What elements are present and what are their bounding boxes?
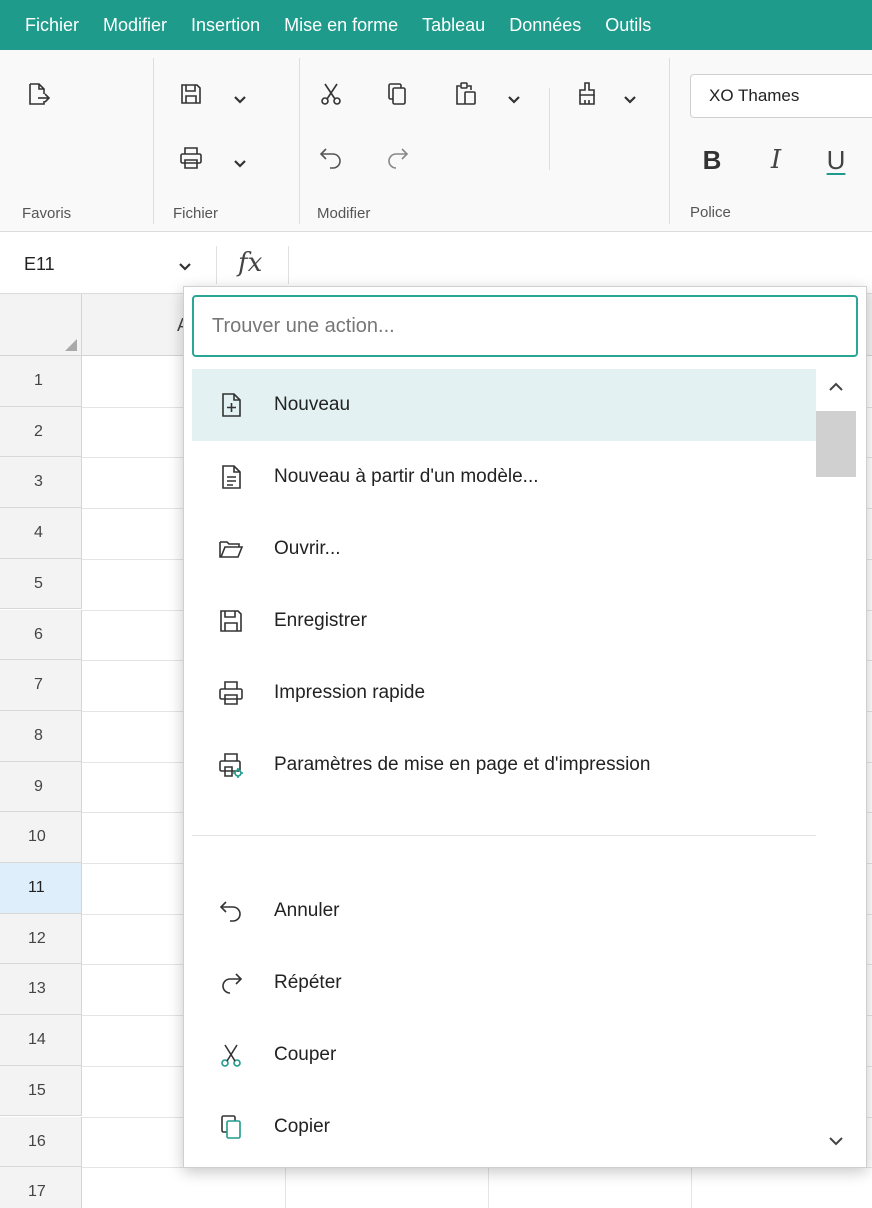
copy-icon[interactable] (383, 80, 411, 108)
formula-bar-divider (288, 246, 289, 284)
action-label: Nouveau à partir d'un modèle... (274, 466, 539, 487)
action-item-annuler[interactable]: Annuler (192, 875, 816, 947)
row-header[interactable]: 3 (0, 457, 82, 509)
menu-donnees[interactable]: Données (497, 0, 593, 50)
action-item-couper[interactable]: Couper (192, 1019, 816, 1091)
action-label: Paramètres de mise en page et d'impressi… (274, 754, 651, 775)
row-header[interactable]: 13 (0, 964, 82, 1016)
action-label: Impression rapide (274, 682, 426, 703)
cut-icon[interactable] (317, 80, 345, 108)
chevron-down-icon[interactable] (233, 93, 247, 107)
bold-button[interactable]: B (694, 140, 730, 180)
row-header[interactable]: 9 (0, 761, 82, 813)
row-header[interactable]: 10 (0, 812, 82, 863)
action-item-nouveau[interactable]: Nouveau (192, 369, 816, 441)
open-folder-icon (210, 528, 252, 570)
find-action-popup: Nouveau Nouveau à partir d'un modèle... … (183, 286, 867, 1168)
formula-bar: E11 fx (0, 232, 872, 294)
menu-tableau[interactable]: Tableau (410, 0, 497, 50)
undo-icon[interactable] (317, 142, 345, 170)
menu-fichier[interactable]: Fichier (0, 0, 91, 50)
row-header[interactable]: 14 (0, 1015, 82, 1066)
redo-icon[interactable] (383, 142, 411, 170)
action-label: Annuler (274, 900, 340, 921)
scrollbar-thumb[interactable] (816, 411, 856, 477)
cut-icon (210, 1034, 252, 1076)
list-divider (192, 835, 816, 836)
save-icon (210, 600, 252, 642)
chevron-down-icon[interactable] (507, 93, 521, 107)
action-label: Ouvrir... (274, 538, 341, 559)
ribbon-group-modifier: Modifier (299, 50, 669, 232)
function-icon[interactable]: fx (238, 248, 262, 278)
row-header[interactable]: 6 (0, 609, 82, 661)
row-header[interactable]: 17 (0, 1167, 82, 1208)
ribbon-toolbar: Favoris Fichier Modifier XO Thames B I U… (0, 50, 872, 232)
copy-icon (210, 1106, 252, 1148)
row-header[interactable]: 5 (0, 558, 82, 610)
export-icon[interactable] (24, 80, 52, 108)
template-document-icon (210, 456, 252, 498)
menu-insertion[interactable]: Insertion (179, 0, 272, 50)
menu-outils[interactable]: Outils (593, 0, 663, 50)
underline-button[interactable]: U (818, 140, 854, 180)
redo-icon (210, 962, 252, 1004)
ribbon-group-label: Fichier (173, 205, 219, 222)
row-header[interactable]: 8 (0, 710, 82, 762)
action-item-copier[interactable]: Copier (192, 1091, 816, 1161)
row-header[interactable]: 7 (0, 660, 82, 711)
printer-icon[interactable] (177, 144, 205, 172)
ribbon-divider (669, 58, 670, 224)
menu-mise-en-forme[interactable]: Mise en forme (272, 0, 410, 50)
row-header[interactable]: 4 (0, 508, 82, 559)
menu-modifier[interactable]: Modifier (91, 0, 179, 50)
scroll-up-icon[interactable] (826, 377, 846, 397)
action-item-nouveau-modele[interactable]: Nouveau à partir d'un modèle... (192, 441, 816, 513)
ribbon-group-label: Police (690, 204, 731, 221)
action-item-impression-rapide[interactable]: Impression rapide (192, 657, 816, 729)
paste-icon[interactable] (451, 80, 479, 108)
row-header[interactable]: 16 (0, 1116, 82, 1168)
action-item-repeter[interactable]: Répéter (192, 947, 816, 1019)
search-field[interactable] (192, 295, 858, 357)
scrollbar[interactable] (816, 369, 856, 1161)
row-header[interactable]: 11 (0, 863, 82, 914)
action-list: Nouveau Nouveau à partir d'un modèle... … (192, 369, 816, 1161)
action-label: Répéter (274, 972, 342, 993)
ribbon-divider (549, 88, 550, 170)
row-header[interactable]: 15 (0, 1065, 82, 1117)
new-document-icon (210, 384, 252, 426)
action-item-enregistrer[interactable]: Enregistrer (192, 585, 816, 657)
ribbon-group-label: Modifier (317, 205, 371, 222)
ribbon-group-fichier: Fichier (153, 50, 299, 232)
ribbon-group-label: Favoris (22, 205, 72, 222)
formula-bar-divider (216, 246, 217, 284)
printer-icon (210, 672, 252, 714)
print-settings-icon (210, 744, 252, 786)
action-label: Couper (274, 1044, 337, 1065)
search-input[interactable] (194, 297, 856, 355)
undo-icon (210, 890, 252, 932)
save-icon[interactable] (177, 80, 205, 108)
font-name-field[interactable]: XO Thames (690, 74, 872, 118)
action-item-ouvrir[interactable]: Ouvrir... (192, 513, 816, 585)
ribbon-group-favoris: Favoris (0, 50, 153, 232)
cell-reference-box[interactable]: E11 (24, 254, 55, 275)
italic-button[interactable]: I (758, 140, 794, 180)
format-painter-icon[interactable] (573, 80, 601, 108)
select-all-corner[interactable] (0, 294, 82, 356)
menu-bar: Fichier Modifier Insertion Mise en forme… (0, 0, 872, 50)
action-label: Nouveau (274, 394, 351, 415)
chevron-down-icon[interactable] (178, 260, 192, 274)
action-label: Enregistrer (274, 610, 367, 631)
chevron-down-icon[interactable] (623, 93, 637, 107)
action-label: Copier (274, 1116, 330, 1137)
action-item-parametres-impression[interactable]: Paramètres de mise en page et d'impressi… (192, 729, 816, 801)
scroll-down-icon[interactable] (826, 1131, 846, 1151)
row-header[interactable]: 2 (0, 406, 82, 458)
row-header[interactable]: 1 (0, 356, 82, 407)
corner-triangle-icon (65, 339, 77, 351)
row-header[interactable]: 12 (0, 913, 82, 965)
chevron-down-icon[interactable] (233, 157, 247, 171)
